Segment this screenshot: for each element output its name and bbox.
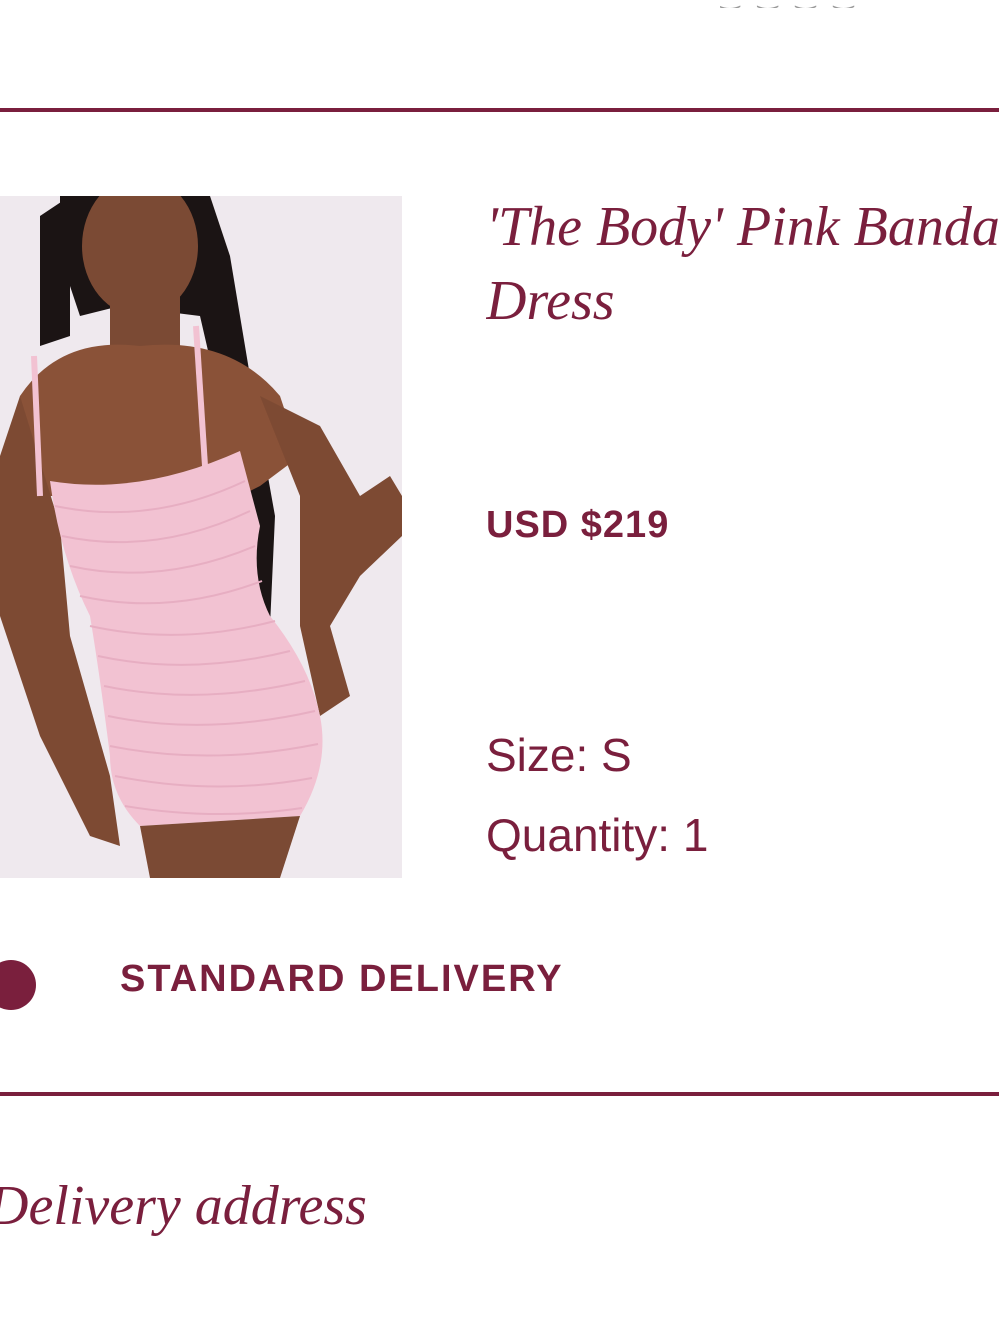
product-title[interactable]: 'The Body' Pink Bandage Dress — [486, 190, 999, 338]
delivery-option-label: STANDARD DELIVERY — [120, 958, 564, 1000]
section-divider-top — [0, 108, 999, 112]
radio-selected-icon[interactable] — [0, 960, 36, 1010]
section-divider-bottom — [0, 1092, 999, 1096]
product-photo-icon — [0, 196, 402, 878]
top-cut-off-text: ‿ ‿ ‿ ‿ — [720, 0, 980, 8]
product-image[interactable] — [0, 196, 402, 878]
product-title-container: 'The Body' Pink Bandage Dress — [486, 190, 999, 350]
product-quantity: Quantity: 1 — [486, 809, 709, 861]
product-price: USD $219 — [486, 504, 670, 546]
delivery-address-heading: Delivery address — [0, 1175, 367, 1237]
delivery-option-standard[interactable]: STANDARD DELIVERY — [0, 952, 999, 1012]
product-size: Size: S — [486, 729, 632, 781]
